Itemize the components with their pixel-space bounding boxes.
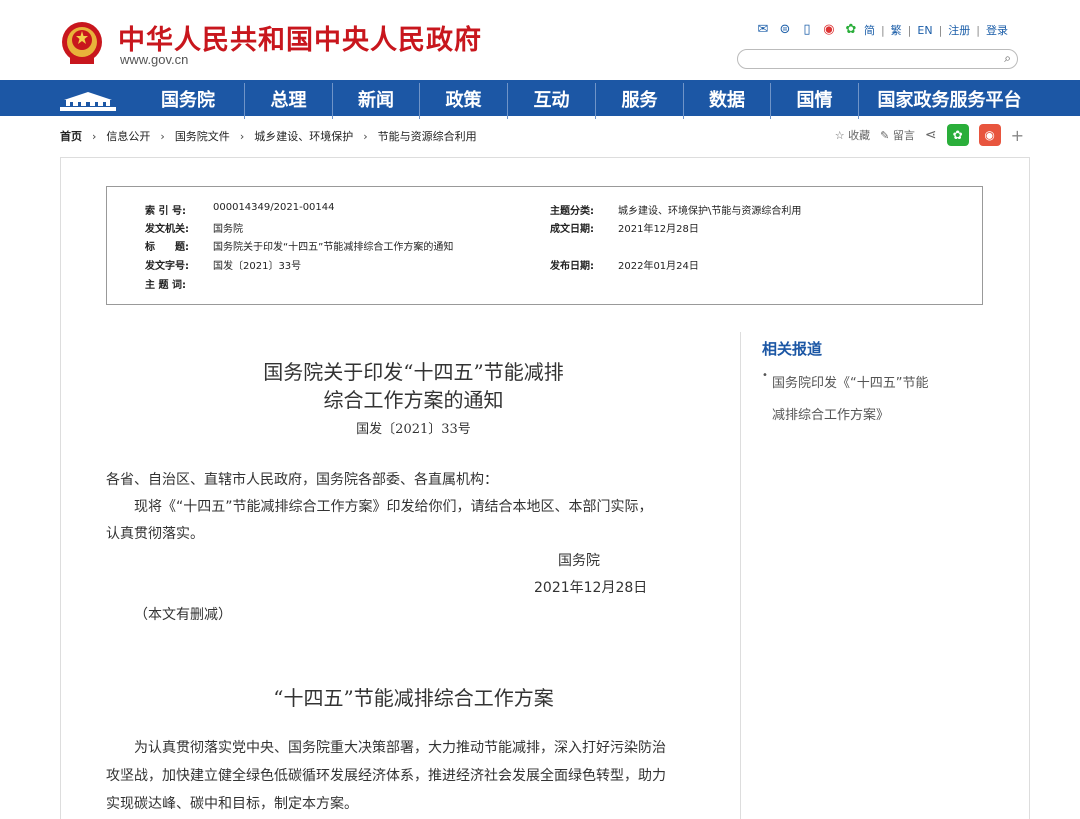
comment-button[interactable]: ✎ 留言	[880, 127, 915, 143]
share-icon[interactable]: ⋖	[925, 127, 937, 143]
breadcrumb-energy-saving[interactable]: 节能与资源综合利用	[378, 128, 477, 144]
info-label: 主 题 词:	[145, 280, 186, 291]
message-icon[interactable]: ⊜	[776, 22, 794, 38]
plan-paragraph-line2: 攻坚战，加快建立健全绿色低碳循环发展经济体系，推进经济社会发展全面绿色转型，助力	[106, 768, 666, 784]
info-row-title: 标 题: 国务院关于印发“十四五”节能减排综合工作方案的通知	[145, 238, 453, 253]
nav-item-services[interactable]: 服务	[595, 83, 683, 119]
info-label: 标 题:	[145, 242, 189, 253]
info-value: 国务院关于印发“十四五”节能减排综合工作方案的通知	[213, 242, 454, 253]
nav-item-interaction[interactable]: 互动	[507, 83, 595, 119]
lang-simplified-link[interactable]: 简	[864, 22, 875, 38]
star-icon: ☆	[834, 129, 845, 142]
info-label: 主题分类:	[550, 206, 594, 217]
article-tools: ☆ 收藏 ✎ 留言 ⋖ ✿ ◉ +	[835, 124, 1024, 146]
top-links: ✉ ⊜ ▯ ◉ ✿ 简 | 繁 | EN | 注册 | 登录	[754, 22, 1008, 38]
register-link[interactable]: 注册	[948, 22, 970, 38]
document-info-table: 索 引 号: 000014349/2021-00144 发文机关: 国务院 标 …	[106, 186, 983, 305]
separator: |	[976, 23, 980, 37]
info-row-keywords: 主 题 词:	[145, 276, 213, 291]
national-emblem-icon[interactable]	[60, 20, 104, 66]
nav-item-state-council[interactable]: 国务院	[132, 83, 244, 119]
related-report-line1[interactable]: 国务院印发《“十四五”节能	[762, 368, 982, 400]
info-row-published: 发布日期: 2022年01月24日	[550, 257, 699, 272]
related-report-line2[interactable]: 减排综合工作方案》	[762, 400, 982, 432]
breadcrumb-info-public[interactable]: 信息公开	[106, 128, 150, 144]
main-nav: 国务院 总理 新闻 政策 互动 服务 数据 国情 国家政务服务平台	[0, 80, 1080, 119]
breadcrumb-home[interactable]: 首页	[60, 128, 82, 144]
building-logo-icon[interactable]	[58, 89, 118, 113]
info-row-created: 成文日期: 2021年12月28日	[550, 220, 699, 235]
login-link[interactable]: 登录	[986, 22, 1008, 38]
comment-label: 留言	[892, 129, 915, 142]
article-body-line2: 认真贯彻落实。	[106, 526, 204, 542]
chevron-right-icon: ›	[92, 129, 97, 143]
separator: |	[938, 23, 943, 37]
info-label: 发文字号:	[145, 261, 189, 272]
info-label: 发文机关:	[145, 224, 189, 235]
sidebar-divider	[740, 332, 741, 819]
info-value: 国发〔2021〕33号	[213, 261, 302, 272]
article-note: （本文有删减）	[134, 607, 232, 623]
nav-item-premier[interactable]: 总理	[244, 83, 332, 119]
site-header: 中华人民共和国中央人民政府 www.gov.cn ✉ ⊜ ▯ ◉ ✿ 简 | 繁…	[0, 0, 1080, 80]
nav-item-service-platform[interactable]: 国家政务服务平台	[858, 83, 1040, 119]
chevron-right-icon: ›	[160, 129, 165, 143]
article-date: 2021年12月28日	[534, 580, 648, 596]
info-row-doc-no: 发文字号: 国发〔2021〕33号	[145, 257, 301, 272]
wechat-share-icon[interactable]: ✿	[946, 124, 969, 146]
info-value: 国务院	[213, 224, 243, 235]
favorite-label: 收藏	[848, 129, 871, 142]
more-share-button[interactable]: +	[1011, 126, 1024, 145]
bullet-icon: •	[762, 370, 768, 381]
separator: |	[907, 23, 912, 37]
info-value: 2021年12月28日	[618, 224, 699, 235]
info-value: 000014349/2021-00144	[213, 202, 335, 213]
info-row-topic: 主题分类: 城乡建设、环境保护\节能与资源综合利用	[550, 202, 801, 217]
article-doc-number: 国发〔2021〕33号	[356, 422, 471, 437]
plan-paragraph-line3: 实现碳达峰、碳中和目标，制定本方案。	[106, 796, 358, 812]
breadcrumb-state-council-docs[interactable]: 国务院文件	[175, 128, 230, 144]
info-value: 城乡建设、环境保护\节能与资源综合利用	[618, 206, 802, 217]
separator: |	[880, 23, 885, 37]
weibo-icon[interactable]: ◉	[820, 22, 838, 38]
pen-icon: ✎	[880, 129, 890, 142]
search-input[interactable]: ⌕	[737, 49, 1018, 69]
related-report-link[interactable]: • 国务院印发《“十四五”节能 减排综合工作方案》	[762, 368, 982, 432]
lang-english-link[interactable]: EN	[917, 24, 932, 37]
chevron-right-icon: ›	[239, 129, 245, 143]
mobile-icon[interactable]: ▯	[798, 22, 816, 38]
article-title-line1: 国务院关于印发“十四五”节能减排	[263, 360, 564, 384]
article-body-line1: 现将《“十四五”节能减排综合工作方案》印发给你们，请结合本地区、本部门实际，	[134, 499, 653, 515]
nav-item-national-info[interactable]: 国情	[770, 83, 858, 119]
plan-title: “十四五”节能减排综合工作方案	[273, 686, 554, 710]
article-title-line2: 综合工作方案的通知	[323, 388, 504, 412]
lang-traditional-link[interactable]: 繁	[891, 22, 902, 38]
nav-item-policy[interactable]: 政策	[419, 83, 507, 119]
nav-item-data[interactable]: 数据	[683, 83, 770, 119]
chevron-right-icon: ›	[363, 129, 368, 143]
info-label: 发布日期:	[550, 261, 594, 272]
wechat-icon[interactable]: ✿	[842, 22, 860, 38]
favorite-button[interactable]: ☆ 收藏	[835, 127, 870, 143]
article-addressee: 各省、自治区、直辖市人民政府，国务院各部委、各直属机构：	[106, 472, 498, 488]
info-label: 索 引 号:	[145, 206, 186, 217]
info-row-issuer: 发文机关: 国务院	[145, 220, 243, 235]
breadcrumb-urban-environment[interactable]: 城乡建设、环境保护	[254, 128, 353, 144]
article-signer: 国务院	[558, 553, 600, 569]
site-url: www.gov.cn	[120, 52, 189, 67]
info-label: 成文日期:	[550, 224, 594, 235]
weibo-share-icon[interactable]: ◉	[978, 124, 1001, 146]
related-reports-title: 相关报道	[762, 340, 823, 358]
nav-items: 国务院 总理 新闻 政策 互动 服务 数据 国情 国家政务服务平台	[132, 83, 1040, 119]
search-icon[interactable]: ⌕	[1004, 51, 1011, 66]
nav-item-news[interactable]: 新闻	[332, 83, 419, 119]
info-row-index: 索 引 号: 000014349/2021-00144	[145, 202, 335, 217]
info-value: 2022年01月24日	[618, 261, 699, 272]
mail-icon[interactable]: ✉	[754, 22, 772, 38]
plan-paragraph-line1: 为认真贯彻落实党中央、国务院重大决策部署，大力推动节能减排，深入打好污染防治	[134, 740, 666, 756]
breadcrumb: 首页 › 信息公开 › 国务院文件 › 城乡建设、环境保护 › 节能与资源综合利…	[60, 128, 477, 144]
